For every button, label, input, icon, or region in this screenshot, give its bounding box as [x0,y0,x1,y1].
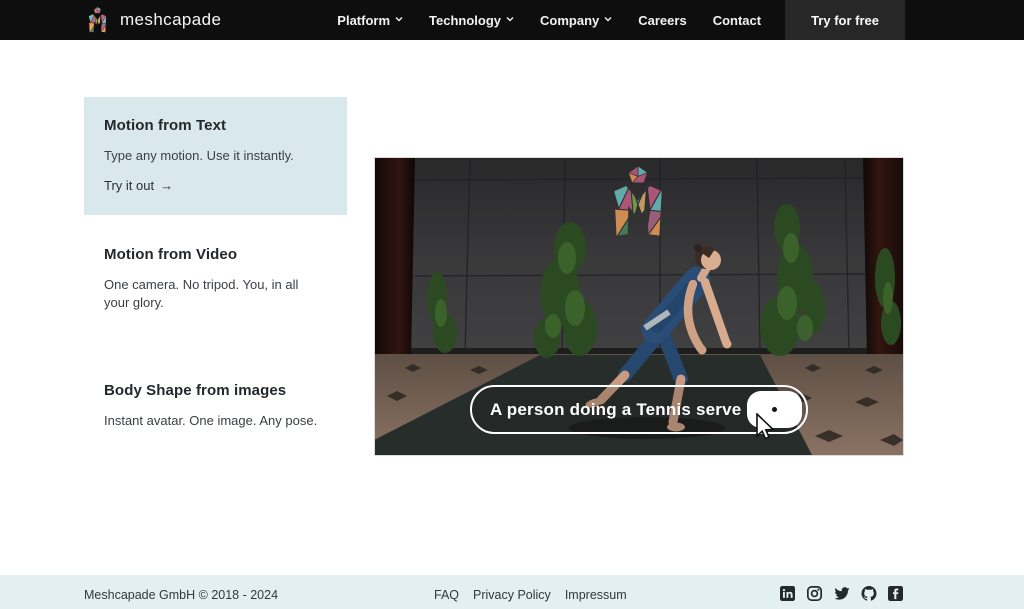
chevron-down-icon [506,15,514,23]
feature-card-body-shape-from-images[interactable]: Body Shape from images Instant avatar. O… [84,362,347,450]
demo-video-panel[interactable]: A person doing a Tennis serve [375,158,903,455]
feature-body: Instant avatar. One image. Any pose. [104,412,327,430]
brand-name: meshcapade [120,10,221,30]
chevron-down-icon [604,15,612,23]
brand-logo[interactable]: meshcapade [84,7,221,34]
prompt-submit-button[interactable] [747,391,802,428]
try-for-free-button[interactable]: Try for free [785,0,905,40]
nav-technology[interactable]: Technology [429,13,514,28]
github-icon [861,586,877,601]
social-twitter[interactable] [834,586,849,601]
instagram-icon [807,586,822,601]
feature-card-motion-from-text[interactable]: Motion from Text Type any motion. Use it… [84,97,347,215]
facebook-icon [888,586,903,601]
nav-company[interactable]: Company [540,13,612,28]
nav-contact[interactable]: Contact [713,13,761,28]
copyright-text: Meshcapade GmbH © 2018 - 2024 [84,588,278,602]
social-instagram[interactable] [807,586,822,601]
feature-card-motion-from-video[interactable]: Motion from Video One camera. No tripod.… [84,226,347,331]
nav-platform[interactable]: Platform [337,13,403,28]
top-navbar: meshcapade Platform Technology Company C… [0,0,1024,40]
social-links [780,586,903,601]
prompt-text: A person doing a Tennis serve [490,400,741,420]
feature-body: Type any motion. Use it instantly. [104,147,327,165]
twitter-icon [834,586,850,601]
social-linkedin[interactable] [780,586,795,601]
feature-body: One camera. No tripod. You, in all your … [104,276,327,311]
social-facebook[interactable] [888,586,903,601]
arrow-right-icon: → [160,178,173,193]
feature-title: Body Shape from images [104,382,327,399]
try-it-out-link[interactable]: Try it out→ [104,178,173,193]
meshcapade-logo-icon [84,7,111,34]
footer-links: FAQ Privacy Policy Impressum [434,588,627,602]
footer: Meshcapade GmbH © 2018 - 2024 FAQ Privac… [0,575,1024,609]
prompt-pill[interactable]: A person doing a Tennis serve [470,385,808,434]
feature-title: Motion from Video [104,246,327,263]
footer-link-faq[interactable]: FAQ [434,588,459,602]
footer-link-impressum[interactable]: Impressum [565,588,627,602]
main-nav: Platform Technology Company Careers Cont… [311,0,905,40]
social-github[interactable] [861,586,876,601]
feature-title: Motion from Text [104,117,327,134]
nav-careers[interactable]: Careers [638,13,686,28]
footer-link-privacy-policy[interactable]: Privacy Policy [473,588,551,602]
linkedin-icon [780,586,795,601]
page: meshcapade Platform Technology Company C… [0,0,1024,609]
chevron-down-icon [395,15,403,23]
